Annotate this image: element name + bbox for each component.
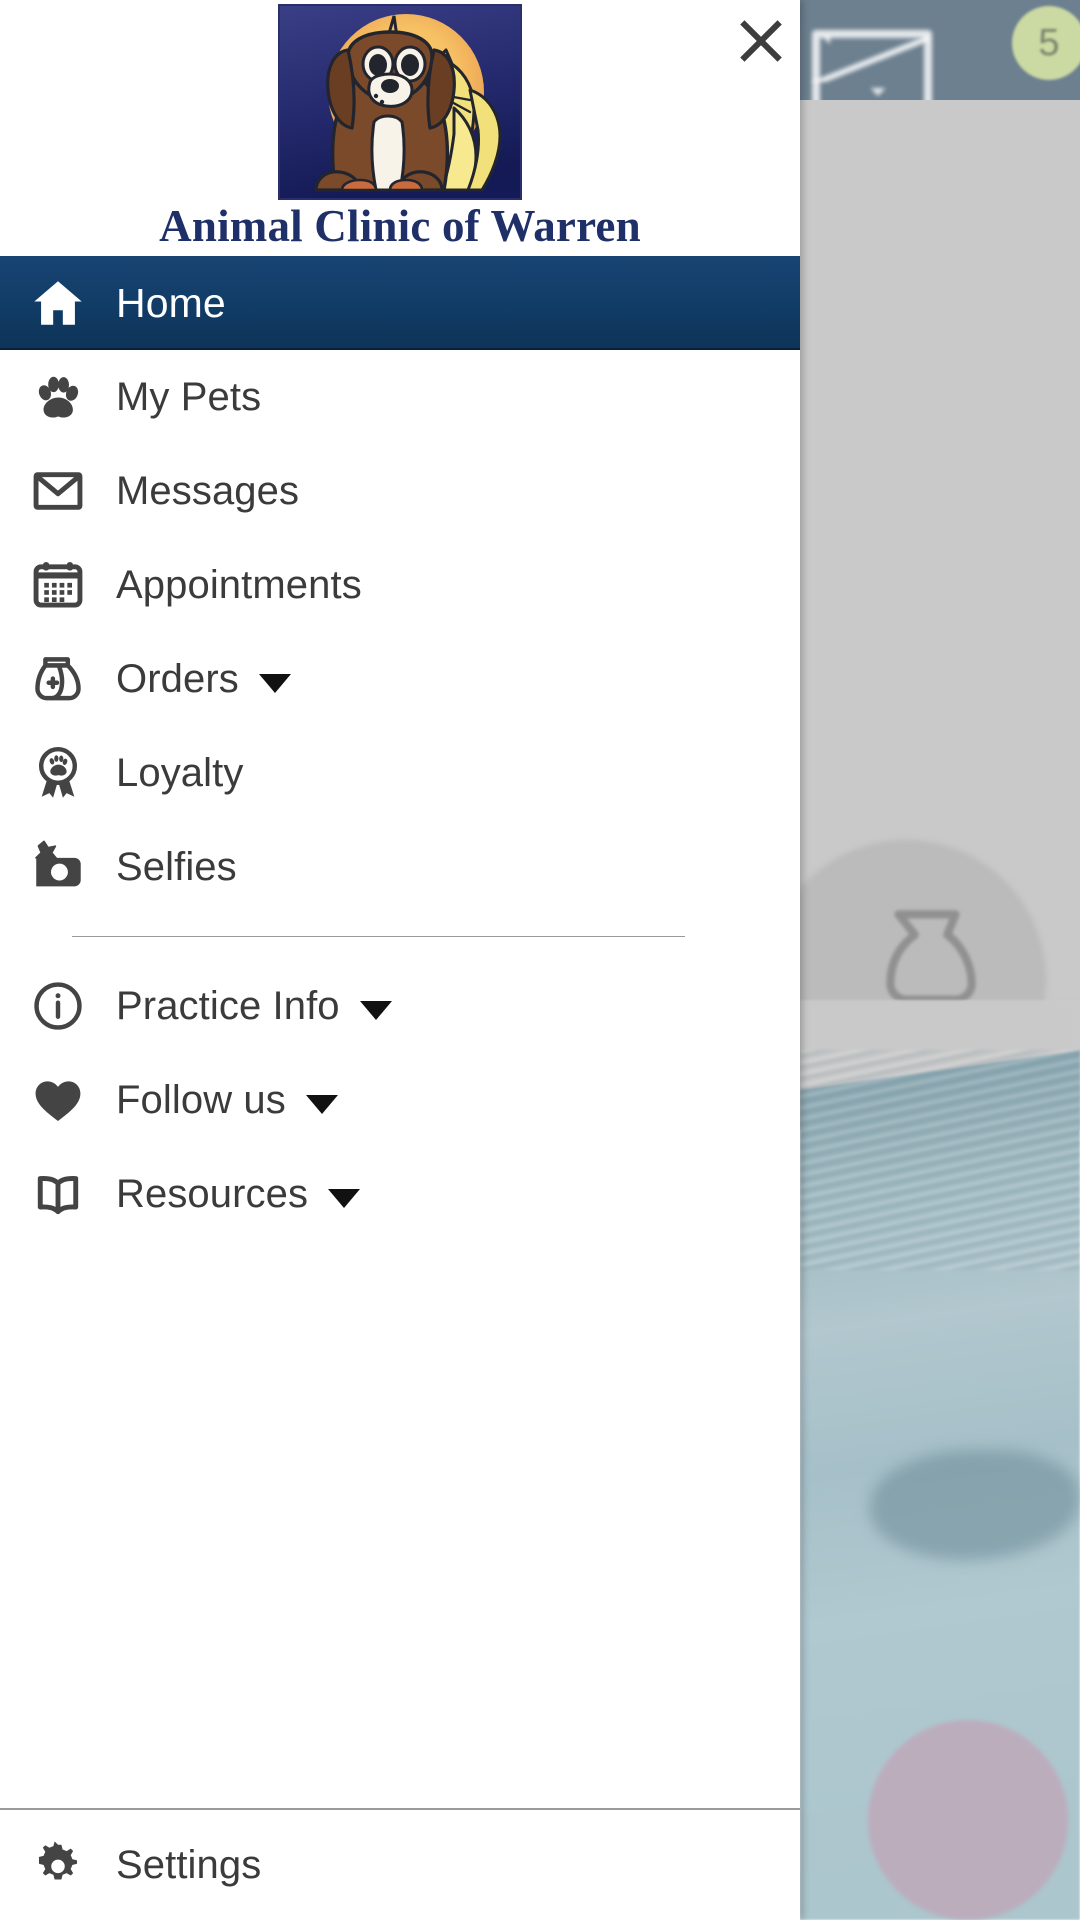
- navigation-drawer: Animal Clinic of Warren Home My Pets Mes…: [0, 0, 800, 1920]
- heart-icon: [0, 1072, 116, 1128]
- sidebar-item-label: Follow us: [116, 1077, 286, 1122]
- drawer-nav-list: Home My Pets Messages Appointments Order…: [0, 256, 800, 1808]
- background-message-count-badge: 5: [1012, 6, 1080, 80]
- chevron-down-icon[interactable]: [305, 1094, 338, 1114]
- sidebar-item-follow-us[interactable]: Follow us: [0, 1053, 800, 1147]
- book-icon: [0, 1166, 116, 1222]
- sidebar-item-label: Loyalty: [116, 750, 244, 795]
- chevron-down-icon[interactable]: [258, 673, 291, 693]
- sidebar-item-label: Selfies: [116, 844, 237, 889]
- dog-and-cat-logo-icon: [278, 4, 522, 200]
- sidebar-item-label: Home: [116, 279, 226, 326]
- close-icon: [740, 20, 782, 62]
- sidebar-item-label: Practice Info: [116, 983, 340, 1028]
- envelope-icon: [0, 463, 116, 519]
- sidebar-item-selfies[interactable]: Selfies: [0, 820, 800, 914]
- info-circle-icon: [0, 978, 116, 1034]
- sidebar-item-loyalty[interactable]: Loyalty: [0, 726, 800, 820]
- background-water-ripples: [800, 1050, 1080, 1270]
- background-envelope-flap-icon: [806, 34, 934, 82]
- sidebar-item-label: My Pets: [116, 374, 262, 419]
- award-ribbon-icon: [0, 745, 116, 801]
- sidebar-item-label: Appointments: [116, 562, 362, 607]
- drawer-header: Animal Clinic of Warren: [0, 0, 800, 256]
- sidebar-item-practice-info[interactable]: Practice Info: [0, 959, 800, 1053]
- home-icon: [0, 274, 116, 332]
- background-pink-circle: [868, 1720, 1068, 1920]
- sidebar-item-messages[interactable]: Messages: [0, 444, 800, 538]
- chevron-down-icon[interactable]: [328, 1188, 361, 1208]
- sidebar-item-settings[interactable]: Settings: [0, 1810, 800, 1920]
- page-title: Animal Clinic of Warren: [159, 201, 641, 251]
- sidebar-item-label: Messages: [116, 468, 300, 513]
- camera-star-icon: [0, 838, 116, 896]
- clinic-logo: [278, 4, 522, 200]
- app-screen: 5 Animal Clinic of Warren Home My Pets M…: [0, 0, 1080, 1920]
- chevron-down-icon[interactable]: [359, 1000, 392, 1020]
- sidebar-item-appointments[interactable]: Appointments: [0, 538, 800, 632]
- food-bag-icon: [0, 651, 116, 707]
- gear-icon: [0, 1838, 116, 1892]
- sidebar-item-label: Resources: [116, 1171, 309, 1216]
- sidebar-item-orders[interactable]: Orders: [0, 632, 800, 726]
- sidebar-item-home[interactable]: Home: [0, 256, 800, 350]
- sidebar-item-my-pets[interactable]: My Pets: [0, 350, 800, 444]
- sidebar-item-resources[interactable]: Resources: [0, 1147, 800, 1241]
- sidebar-item-label: Orders: [116, 656, 239, 701]
- calendar-icon: [0, 557, 116, 613]
- drawer-footer: Settings: [0, 1808, 800, 1920]
- sidebar-item-label: Settings: [116, 1842, 262, 1887]
- close-drawer-button[interactable]: [728, 8, 794, 74]
- nav-section-divider: [72, 936, 685, 937]
- paw-icon: [0, 369, 116, 425]
